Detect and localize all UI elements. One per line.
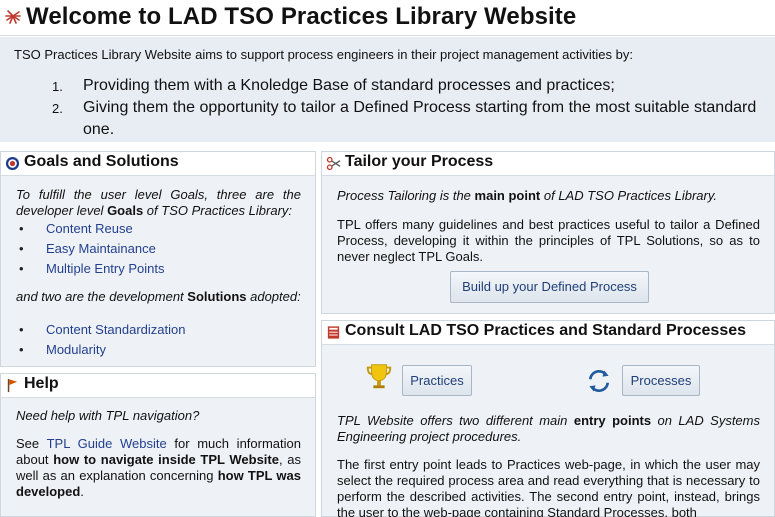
text-span: adopted: xyxy=(246,289,301,304)
trophy-icon xyxy=(366,364,392,389)
target-icon xyxy=(5,156,20,171)
scissors-icon xyxy=(326,156,341,171)
list-item[interactable]: Content Standardization xyxy=(16,320,301,340)
refresh-cycle-icon xyxy=(588,370,610,392)
book-icon xyxy=(327,326,340,339)
panel-title: Tailor your Process xyxy=(345,153,494,170)
list-item[interactable]: Content Reuse xyxy=(16,219,301,239)
bold-text: entry points xyxy=(573,413,652,428)
list-number: 1. xyxy=(52,79,63,94)
goals-list: Content Reuse Easy Maintainance Multiple… xyxy=(16,219,301,279)
intro-section: TSO Practices Library Website aims to su… xyxy=(0,37,775,142)
goal-link[interactable]: Multiple Entry Points xyxy=(46,261,165,276)
flag-icon xyxy=(7,378,18,393)
text-span: See xyxy=(16,436,47,451)
intro-text: TSO Practices Library Website aims to su… xyxy=(14,47,633,62)
goals-intro: To fulfill the user level Goals, three a… xyxy=(16,187,301,219)
text-span: TPL Website offers two different main xyxy=(337,413,574,428)
bold-text: Goals xyxy=(107,203,144,218)
solution-link[interactable]: Modularity xyxy=(46,342,106,357)
panel-title: Goals and Solutions xyxy=(24,153,179,170)
list-item[interactable]: Modularity xyxy=(16,340,301,360)
help-question: Need help with TPL navigation? xyxy=(16,408,200,423)
text-span: and two are the development xyxy=(16,289,188,304)
help-panel: Help Need help with TPL navigation? See … xyxy=(0,373,316,517)
panel-title: Consult LAD TSO Practices and Standard P… xyxy=(345,322,747,339)
practices-button[interactable]: Practices xyxy=(402,365,472,396)
bold-text: main point xyxy=(474,188,541,203)
tailor-text: TPL offers many guidelines and best prac… xyxy=(337,217,760,264)
bold-text: Solutions xyxy=(187,289,247,304)
text-span: of TSO Practices Library: xyxy=(143,203,293,218)
tpl-guide-link[interactable]: TPL Guide Website xyxy=(47,436,167,451)
list-item[interactable]: Easy Maintainance xyxy=(16,239,301,259)
solutions-list: Content Standardization Modularity xyxy=(16,320,301,360)
goals-panel: Goals and Solutions To fulfill the user … xyxy=(0,151,316,367)
intro-list-item: 1. Providing them with a Knoledge Base o… xyxy=(52,75,767,97)
text-span: of LAD TSO Practices Library. xyxy=(540,188,718,203)
text-span: Process Tailoring is the xyxy=(337,188,475,203)
consult-text: The first entry point leads to Practices… xyxy=(337,457,760,517)
goal-link[interactable]: Easy Maintainance xyxy=(46,241,156,256)
panel-header: Consult LAD TSO Practices and Standard P… xyxy=(322,321,774,345)
panel-header: Goals and Solutions xyxy=(1,152,315,176)
build-process-button[interactable]: Build up your Defined Process xyxy=(450,271,649,303)
solution-link[interactable]: Content Standardization xyxy=(46,322,185,337)
intro-list: 1. Providing them with a Knoledge Base o… xyxy=(52,75,767,141)
consult-panel: Consult LAD TSO Practices and Standard P… xyxy=(321,320,775,517)
list-number: 2. xyxy=(52,101,63,116)
solutions-intro: and two are the development Solutions ad… xyxy=(16,289,301,305)
tailor-intro: Process Tailoring is the main point of L… xyxy=(337,188,760,204)
goal-link[interactable]: Content Reuse xyxy=(46,221,133,236)
panel-header: Tailor your Process xyxy=(322,152,774,176)
panel-header: Help xyxy=(1,374,315,398)
intro-list-item: 2. Giving them the opportunity to tailor… xyxy=(52,97,767,141)
panel-title: Help xyxy=(24,375,59,392)
list-item[interactable]: Multiple Entry Points xyxy=(16,259,301,279)
help-text: See TPL Guide Website for much informati… xyxy=(16,436,301,500)
list-item-text: Giving them the opportunity to tailor a … xyxy=(83,99,757,138)
list-item-text: Providing them with a Knoledge Base of s… xyxy=(83,77,615,94)
spiral-logo-icon xyxy=(5,10,21,24)
page-title: Welcome to LAD TSO Practices Library Web… xyxy=(26,3,577,30)
tailor-panel: Tailor your Process Process Tailoring is… xyxy=(321,151,775,314)
consult-intro: TPL Website offers two different main en… xyxy=(337,413,760,445)
bold-text: how to navigate inside TPL Website xyxy=(53,452,279,467)
page-header: Welcome to LAD TSO Practices Library Web… xyxy=(0,0,775,36)
processes-button[interactable]: Processes xyxy=(622,365,700,396)
text-span: . xyxy=(80,484,84,499)
